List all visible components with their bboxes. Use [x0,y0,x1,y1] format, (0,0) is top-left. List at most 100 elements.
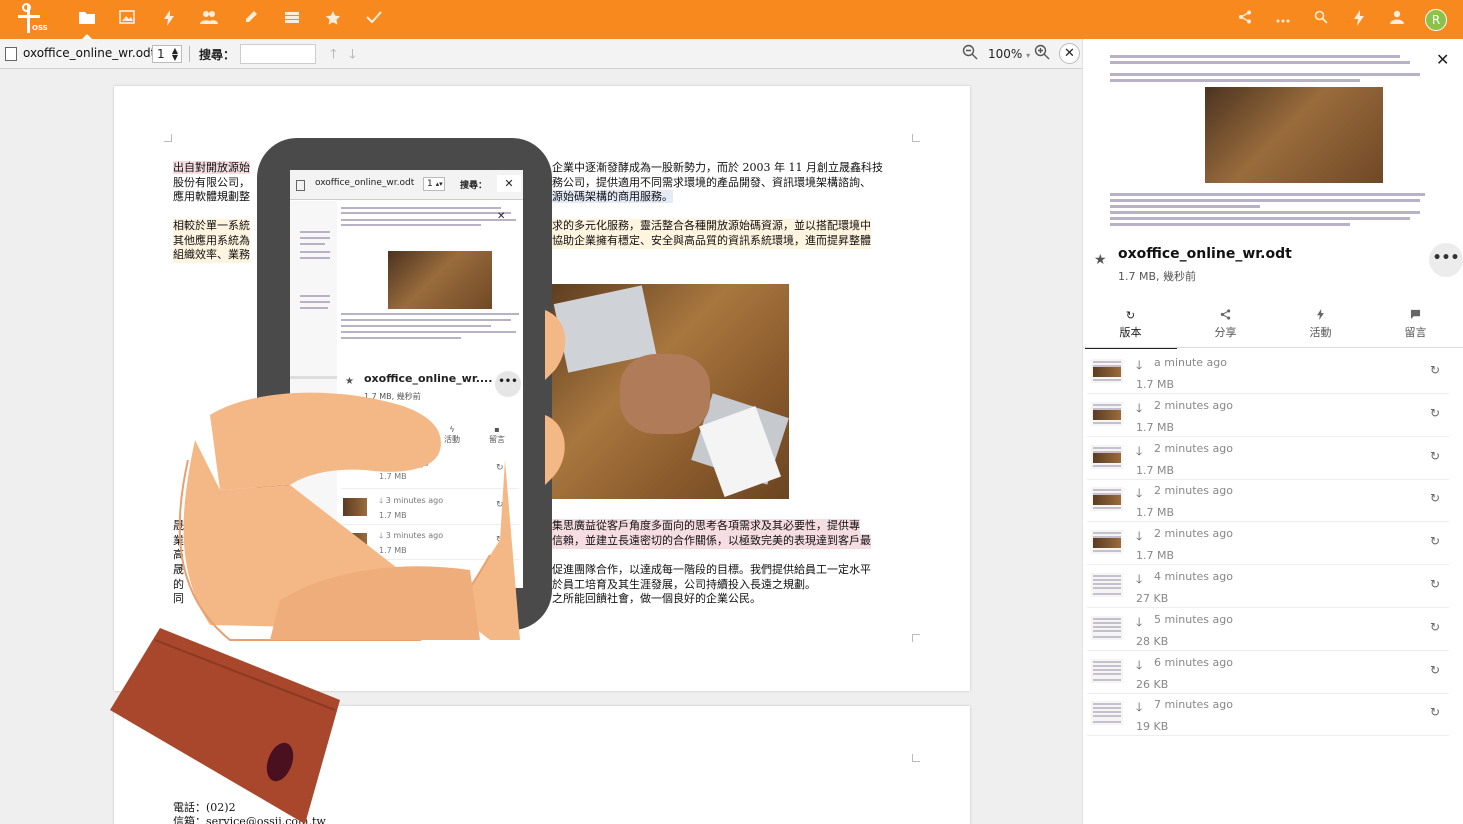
zoom-in-icon[interactable] [1034,44,1050,64]
tab-versions[interactable]: ↻ 版本 [1083,309,1178,349]
download-icon[interactable]: 🡓 [1136,698,1142,719]
version-time: a minute ago [1154,356,1227,369]
teamwork-photo [550,284,789,499]
doc-text-line: 企業中逐漸發酵成為一股新勢力，而於 2003 年 11 月創立晟鑫科技 [552,161,883,174]
version-time: 4 minutes ago [1154,570,1233,583]
restore-icon[interactable]: ↻ [1430,705,1440,719]
doc-text-line: 源始碼架構的商用服務。 [552,190,673,203]
restore-icon[interactable]: ↻ [496,500,504,510]
phone-favorite-star-icon[interactable]: ★ [345,376,354,387]
restore-icon[interactable]: ↻ [496,570,504,580]
version-row[interactable]: 🡓 a minute ago 1.7 MB ↻ [1087,351,1449,394]
phone-close-button[interactable]: ✕ [497,175,521,192]
footer-email: 信箱：service@ossii.com.tw [173,815,326,824]
version-row[interactable]: 🡓 2 minutes ago 1.7 MB ↻ [1087,522,1449,566]
download-icon[interactable]: 🡓 [1136,656,1142,677]
top-navigation-bar: OSS R [0,0,1463,40]
version-row[interactable]: 🡓 5 minutes ago 28 KB ↻ [1087,608,1449,651]
zoom-level-select[interactable]: 100% ▾ [988,47,1030,61]
version-row[interactable]: 🡓 2 minutes ago 1.7 MB ↻ [1087,394,1449,437]
download-icon[interactable]: 🡓 [1136,613,1142,634]
tab-activity[interactable]: 活動 [1273,309,1368,347]
phone-version-row[interactable]: minutes ago ↻ [341,457,519,473]
version-row[interactable]: 🡓 2 minutes ago 1.7 MB ↻ [1087,437,1449,480]
download-icon[interactable]: 🡓 [1136,442,1142,463]
download-icon[interactable]: 🡓 [1136,484,1142,505]
deck-icon[interactable] [283,10,301,28]
version-size: 1.7 MB [379,546,407,555]
activity-icon[interactable] [160,10,178,28]
restore-icon[interactable]: ↻ [1430,663,1440,677]
stepper-arrows-icon[interactable]: ▲ ▼ [172,47,178,62]
tab-comments[interactable]: 留言 [1368,309,1463,347]
oss-logo[interactable]: OSS [12,2,48,36]
doc-text-line: 晟 [173,519,184,532]
version-thumbnail [1091,658,1123,683]
phone-screen: oxoffice_online_wr.odt 1 ▴▾ 搜尋： ✕ ✕ ★ ox… [290,170,523,588]
version-row[interactable]: 🡓 2 minutes ago 1.7 MB ↻ [1087,479,1449,523]
download-icon[interactable]: 🡓 [1136,527,1142,548]
phone-version-row[interactable]: 🡓 3 minutes ago 1.7 MB ↻ [341,490,519,525]
search-previous-icon[interactable]: 🡑 [330,45,337,67]
contacts-icon[interactable] [200,10,218,28]
doc-text-line: 應用軟體規劃整 [173,190,250,203]
phone-tab-comments[interactable]: ▪ 留言 [477,425,517,445]
file-actions-button[interactable]: ••• [1429,243,1463,277]
zoom-out-icon[interactable] [962,44,978,64]
comment-icon: ▪ [494,425,500,434]
doc-text-line: 務公司，提供適用不同需求環境的產品開發、資訊環境架構諮詢、 [552,176,871,189]
version-row[interactable]: 🡓 7 minutes ago 19 KB ↻ [1087,693,1449,737]
restore-icon[interactable]: ↻ [1430,363,1440,377]
close-sidebar-icon[interactable]: ✕ [1436,50,1449,69]
download-icon[interactable]: 🡓 [1136,570,1142,591]
restore-icon[interactable]: ↻ [1430,449,1440,463]
restore-icon[interactable]: ↻ [1430,491,1440,505]
phone-version-row[interactable]: 🡓 3 minutes ago 1.7 MB ↻ [341,525,519,560]
restore-icon[interactable]: ↻ [1430,577,1440,591]
version-row[interactable]: 🡓 4 minutes ago 27 KB ↻ [1087,565,1449,608]
restore-icon[interactable]: ↻ [496,535,504,545]
version-size: 1.7 MB [1136,549,1175,563]
search-next-icon[interactable]: 🡓 [349,45,356,67]
phone-tab-activity[interactable]: ϟ 活動 [432,425,472,445]
star-icon[interactable] [324,10,342,28]
phone-file-actions-button[interactable]: ••• [495,371,521,397]
pencil-icon[interactable] [242,10,260,28]
contacts-menu-icon[interactable] [1388,10,1406,28]
close-document-button[interactable]: ✕ [1059,43,1080,64]
search-label: 搜尋： [199,48,236,62]
phone-preview-thumbnail: ✕ [337,201,523,357]
doc-text-line: 晟 [173,563,184,576]
tasks-check-icon[interactable] [365,10,383,28]
version-thumbnail [343,498,367,516]
notifications-icon[interactable] [1350,10,1368,28]
sidebar-file-meta: 1.7 MB, 幾秒前 [1118,270,1197,283]
version-time: 2 minutes ago [1154,527,1233,541]
version-size: 1.7 MB [1136,463,1175,477]
share-icon[interactable] [1236,10,1254,28]
search-icon[interactable] [1312,10,1330,28]
restore-icon[interactable]: ↻ [1430,534,1440,548]
search-input[interactable] [240,44,316,64]
files-icon[interactable] [78,10,96,40]
phone-file-name: oxoffice_online_wr.odt [315,178,415,188]
tab-sharing[interactable]: 分享 [1178,309,1273,347]
share-icon [1178,309,1273,324]
doc-text-line: 協助企業擁有穩定、安全與高品質的資訊系統環境，進而提昇整體 [552,234,871,249]
download-icon[interactable]: 🡓 [1136,399,1142,420]
user-avatar[interactable]: R [1425,9,1447,31]
favorite-star-icon[interactable]: ★ [1094,252,1107,268]
download-icon[interactable]: 🡓 [1136,356,1142,377]
version-size: 1.7 MB [379,511,407,520]
more-icon[interactable] [1274,10,1292,28]
phone-version-row[interactable]: 🡓 3 minutes ago 1.7 MB ↻ [341,560,519,588]
photos-icon[interactable] [118,10,136,28]
page-number-stepper[interactable]: 1 ▲ ▼ [152,45,182,63]
version-row[interactable]: 🡓 6 minutes ago 26 KB ↻ [1087,651,1449,694]
history-icon: ↻ [1125,309,1136,322]
restore-icon[interactable]: ↻ [1430,620,1440,634]
file-preview-thumbnail [1110,53,1430,247]
restore-icon[interactable]: ↻ [1430,406,1440,420]
phone-page-stepper[interactable]: 1 ▴▾ [423,177,445,191]
phone-close-sidebar-icon[interactable]: ✕ [497,211,505,222]
